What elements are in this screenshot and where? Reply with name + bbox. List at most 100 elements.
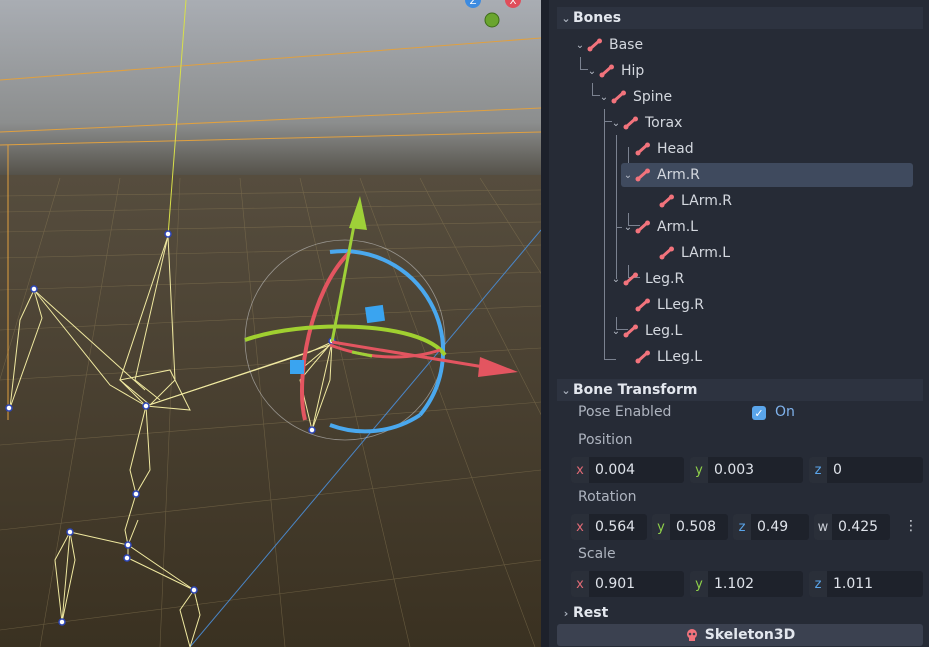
position-x-field[interactable]: x 0.004 — [571, 457, 684, 483]
chevron-down-icon[interactable]: ⌄ — [621, 222, 635, 233]
chevron-down-icon[interactable]: ⌄ — [573, 40, 587, 51]
inspector-panel: ⌄ Bones ⌄ Base ⌄ Hip ⌄ Spine ⌄ Torax Hea… — [549, 0, 929, 647]
bone-icon — [599, 64, 614, 78]
z-axis-tag: z — [733, 514, 751, 540]
scale-z-field[interactable]: z 1.011 — [809, 571, 923, 597]
rotation-x-value: 0.564 — [595, 519, 636, 535]
chevron-right-icon: › — [563, 606, 569, 620]
tree-item-label: Torax — [645, 115, 683, 131]
rotation-z-value: 0.49 — [757, 519, 789, 535]
bone-icon — [635, 168, 650, 182]
chevron-down-icon[interactable]: ⌄ — [609, 118, 623, 129]
pose-enabled-value[interactable]: On — [775, 404, 795, 420]
bone-icon — [635, 298, 650, 312]
tree-item-torax[interactable]: ⌄ Torax — [609, 111, 913, 135]
tree-item-arm-r[interactable]: ⌄ Arm.R — [621, 163, 913, 187]
pose-enabled-label: Pose Enabled — [578, 404, 672, 420]
scale-y-field[interactable]: y 1.102 — [690, 571, 803, 597]
more-options-icon[interactable]: ⋮ — [904, 518, 918, 536]
w-axis-tag: w — [814, 514, 832, 540]
z-axis-label: Z — [470, 0, 477, 7]
panel-divider[interactable] — [541, 0, 549, 647]
tree-item-label: LLeg.L — [657, 349, 703, 365]
sky — [0, 0, 541, 175]
viewport-scene[interactable]: Z X — [0, 0, 541, 647]
tree-item-label: LArm.L — [681, 245, 731, 261]
z-axis-tag: z — [809, 457, 827, 483]
scale-x-value: 0.901 — [595, 576, 636, 592]
pose-enabled-checkbox[interactable]: ✓ — [752, 406, 766, 420]
position-y-value: 0.003 — [714, 462, 755, 478]
tree-item-arm-l[interactable]: ⌄ Arm.L — [621, 215, 913, 239]
position-x-value: 0.004 — [595, 462, 636, 478]
rest-section-header[interactable]: › Rest — [557, 602, 923, 624]
position-label: Position — [578, 432, 633, 448]
scale-z-value: 1.011 — [833, 576, 874, 592]
tree-item-label: Hip — [621, 63, 645, 79]
rotation-y-value: 0.508 — [676, 519, 717, 535]
scale-label: Scale — [578, 546, 616, 562]
skull-icon — [686, 629, 697, 641]
bone-icon — [659, 246, 674, 260]
x-axis-label: X — [510, 0, 517, 7]
chevron-down-icon[interactable]: ⌄ — [621, 170, 635, 181]
scale-x-field[interactable]: x 0.901 — [571, 571, 684, 597]
bones-section-title: Bones — [573, 10, 622, 26]
y-axis-tag: y — [690, 571, 708, 597]
tree-item-hip[interactable]: ⌄ Hip — [585, 59, 913, 83]
chevron-down-icon[interactable]: ⌄ — [609, 326, 623, 337]
rotation-y-field[interactable]: y 0.508 — [652, 514, 728, 540]
z-axis-tag: z — [809, 571, 827, 597]
chevron-down-icon: ⌄ — [561, 11, 571, 25]
chevron-down-icon[interactable]: ⌄ — [609, 274, 623, 285]
bone-transform-section-header[interactable]: ⌄ Bone Transform — [557, 379, 923, 401]
tree-item-larm-l[interactable]: LArm.L — [645, 241, 913, 265]
tree-item-larm-r[interactable]: LArm.R — [645, 189, 913, 213]
tree-item-label: Leg.R — [645, 271, 685, 287]
tree-item-label: Leg.L — [645, 323, 683, 339]
y-axis-handle — [484, 12, 500, 28]
scale-y-value: 1.102 — [714, 576, 755, 592]
bone-icon — [635, 142, 650, 156]
tree-item-base[interactable]: ⌄ Base — [573, 33, 913, 57]
bone-icon — [635, 350, 650, 364]
tree-item-spine[interactable]: ⌄ Spine — [597, 85, 913, 109]
bones-section-header[interactable]: ⌄ Bones — [557, 7, 923, 29]
bone-icon — [587, 38, 602, 52]
bone-icon — [623, 324, 638, 338]
rotation-x-field[interactable]: x 0.564 — [571, 514, 647, 540]
position-z-field[interactable]: z 0 — [809, 457, 923, 483]
bone-tree[interactable]: ⌄ Base ⌄ Hip ⌄ Spine ⌄ Torax Head ⌄ Arm.… — [557, 33, 923, 373]
skeleton3d-node-button[interactable]: Skeleton3D — [557, 624, 923, 646]
y-axis-tag: y — [652, 514, 670, 540]
tree-item-leg-l[interactable]: ⌄ Leg.L — [609, 319, 913, 343]
tree-item-label: Arm.L — [657, 219, 698, 235]
tree-item-leg-r[interactable]: ⌄ Leg.R — [609, 267, 913, 291]
rotation-w-field[interactable]: w 0.425 — [814, 514, 890, 540]
bone-icon — [611, 90, 626, 104]
rotation-z-field[interactable]: z 0.49 — [733, 514, 809, 540]
bone-icon — [623, 116, 638, 130]
chevron-down-icon[interactable]: ⌄ — [585, 66, 599, 77]
skeleton3d-label: Skeleton3D — [704, 627, 796, 643]
3d-viewport[interactable]: Z X — [0, 0, 541, 647]
chevron-down-icon: ⌄ — [561, 383, 571, 397]
tree-item-label: LArm.R — [681, 193, 733, 209]
tree-item-lleg-l[interactable]: LLeg.L — [621, 345, 913, 369]
ground — [0, 175, 541, 647]
bone-icon — [635, 220, 650, 234]
rotation-label: Rotation — [578, 489, 637, 505]
tree-item-label: Spine — [633, 89, 673, 105]
tree-item-head[interactable]: Head — [621, 137, 913, 161]
rest-section-title: Rest — [573, 605, 609, 621]
bone-transform-title: Bone Transform — [573, 382, 698, 398]
position-y-field[interactable]: y 0.003 — [690, 457, 803, 483]
x-axis-tag: x — [571, 571, 589, 597]
chevron-down-icon[interactable]: ⌄ — [597, 92, 611, 103]
rotation-w-value: 0.425 — [838, 519, 879, 535]
y-axis-tag: y — [690, 457, 708, 483]
tree-item-label: Base — [609, 37, 644, 53]
position-z-value: 0 — [833, 462, 842, 478]
x-axis-tag: x — [571, 514, 589, 540]
tree-item-lleg-r[interactable]: LLeg.R — [621, 293, 913, 317]
